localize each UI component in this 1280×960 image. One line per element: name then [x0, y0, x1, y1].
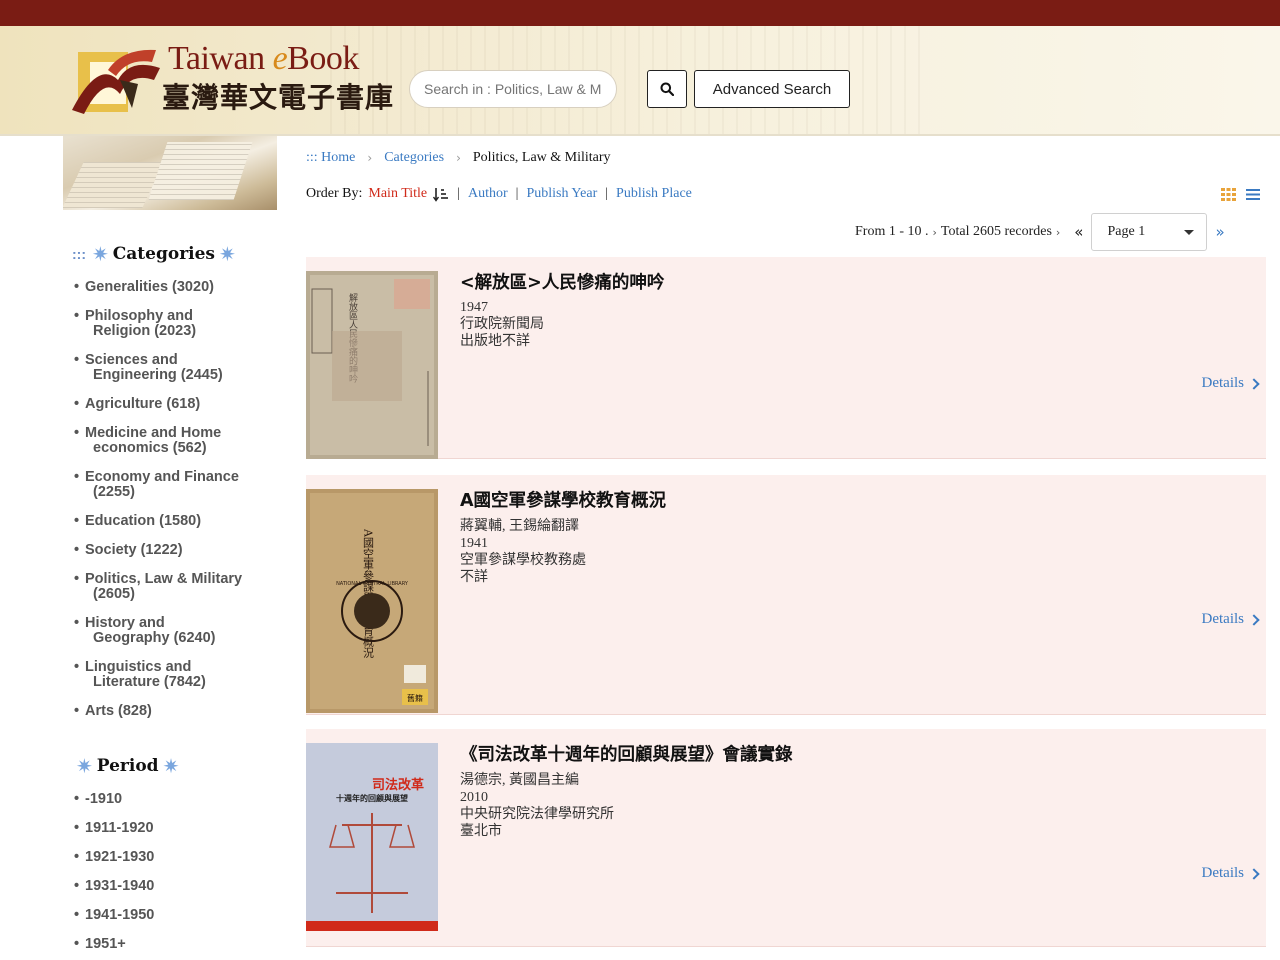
result-meta: 蔣翼輔, 王錫綸翻譯 1941 空軍參謀學校教務處 不詳	[460, 519, 586, 585]
site-logo[interactable]: Taiwan eBook 臺灣華文電子書庫	[68, 40, 393, 126]
period-heading: ✷ Period ✷	[76, 754, 180, 778]
pagination: From 1 - 10 . › Total 2605 recordes › « …	[855, 213, 1225, 251]
sort-publish-year[interactable]: Publish Year	[526, 186, 597, 202]
search-button[interactable]	[647, 70, 687, 108]
record-range: From 1 - 10 .	[855, 224, 929, 239]
result-title[interactable]: A國空軍參謀學校教育概況	[460, 487, 666, 512]
sidebar-book-photo	[63, 136, 277, 210]
sort-main-title[interactable]: Main Title	[368, 186, 427, 202]
svg-text:舊籍: 舊籍	[407, 693, 423, 703]
category-item[interactable]: Generalities (3020)	[74, 280, 259, 296]
details-link[interactable]: Details	[1202, 865, 1260, 882]
category-item[interactable]: Arts (828)	[74, 704, 259, 720]
brand-name-zh: 臺灣華文電子書庫	[162, 81, 395, 114]
result-item: A國空軍參謀學校教育概況 NATIONAL CENTRAL LIBRARY 舊籍…	[306, 475, 1266, 715]
category-list: Generalities (3020) Philosophy andReligi…	[74, 280, 259, 720]
snowflake-icon: ✷	[162, 754, 180, 778]
breadcrumb-categories[interactable]: Categories	[384, 150, 444, 166]
period-item[interactable]: 1941-1950	[74, 908, 259, 924]
period-item[interactable]: 1951+	[74, 937, 259, 953]
chevron-right-icon: ›	[367, 151, 373, 165]
book-cover[interactable]: A國空軍參謀學校教育概況 NATIONAL CENTRAL LIBRARY 舊籍	[306, 489, 438, 713]
period-list: -1910 1911-1920 1921-1930 1931-1940 1941…	[74, 792, 259, 953]
order-by-bar: Order By: Main Title | Author | Publish …	[306, 186, 692, 202]
category-item[interactable]: Education (1580)	[74, 514, 259, 530]
category-item[interactable]: Philosophy andReligion (2023)	[74, 309, 259, 339]
sort-author[interactable]: Author	[468, 186, 508, 202]
breadcrumb: ::: Home › Categories › Politics, Law & …	[306, 150, 611, 166]
list-view-icon[interactable]	[1246, 188, 1260, 201]
advanced-search-button[interactable]: Advanced Search	[694, 70, 850, 108]
order-by-label: Order By:	[306, 186, 363, 201]
category-item[interactable]: Sciences andEngineering (2445)	[74, 353, 259, 383]
svg-text:司法改革: 司法改革	[372, 777, 424, 793]
snowflake-icon: ✷	[92, 242, 109, 266]
category-item[interactable]: Linguistics andLiterature (7842)	[74, 660, 259, 690]
period-item[interactable]: 1921-1930	[74, 850, 259, 866]
details-link[interactable]: Details	[1202, 375, 1260, 392]
category-item[interactable]: Agriculture (618)	[74, 397, 259, 413]
category-item[interactable]: Society (1222)	[74, 543, 259, 559]
category-item[interactable]: History andGeography (6240)	[74, 616, 259, 646]
book-logo-icon	[72, 49, 160, 114]
result-meta: 湯德宗, 黃國昌主編 2010 中央研究院法律學研究所 臺北市	[460, 773, 614, 839]
snowflake-icon: ✷	[76, 754, 93, 778]
result-item: 司法改革 十週年的回顧與展望 《司法改革十週年的回顧與展望》會議實錄 湯德宗, …	[306, 729, 1266, 947]
breadcrumb-current: Politics, Law & Military	[472, 150, 611, 165]
book-cover[interactable]: 司法改革 十週年的回顧與展望	[306, 743, 438, 931]
category-item[interactable]: Medicine and Homeeconomics (562)	[74, 426, 259, 456]
period-item[interactable]: 1931-1940	[74, 879, 259, 895]
result-item: 解放區人民慘痛的呻吟 <解放區>人民慘痛的呻吟 1947 行政院新聞局 出版地不…	[306, 257, 1266, 459]
search-icon	[660, 82, 674, 96]
book-cover[interactable]: 解放區人民慘痛的呻吟	[306, 271, 438, 459]
top-bar	[0, 0, 1280, 26]
sort-publish-place[interactable]: Publish Place	[616, 186, 692, 202]
brand-name-en: Taiwan eBook	[168, 40, 359, 77]
svg-text:十週年的回顧與展望: 十週年的回顧與展望	[336, 793, 408, 803]
breadcrumb-home[interactable]: ::: Home	[306, 150, 355, 166]
categories-heading: ::: ✷ Categories ✷	[72, 242, 236, 266]
details-link[interactable]: Details	[1202, 611, 1260, 628]
snowflake-icon: ✷	[219, 242, 236, 266]
caret-down-icon	[1184, 229, 1195, 235]
page-select[interactable]: Page 1	[1091, 213, 1208, 251]
svg-text:NATIONAL CENTRAL LIBRARY: NATIONAL CENTRAL LIBRARY	[336, 581, 409, 587]
chevron-right-icon	[1248, 867, 1260, 880]
result-title[interactable]: <解放區>人民慘痛的呻吟	[460, 269, 664, 294]
category-item[interactable]: Economy and Finance(2255)	[74, 470, 259, 500]
chevron-right-icon	[1248, 613, 1260, 626]
last-page-icon[interactable]: »	[1215, 223, 1224, 241]
result-title[interactable]: 《司法改革十週年的回顧與展望》會議實錄	[460, 741, 793, 766]
grid-view-icon[interactable]	[1221, 188, 1236, 201]
search-input[interactable]	[409, 70, 617, 108]
period-item[interactable]: 1911-1920	[74, 821, 259, 837]
chevron-right-icon: ›	[456, 151, 461, 165]
category-item-active[interactable]: Politics, Law & Military(2605)	[74, 572, 259, 602]
record-total: Total 2605 recordes	[940, 224, 1052, 239]
sort-ascending-icon[interactable]	[433, 186, 449, 202]
first-page-icon[interactable]: «	[1074, 223, 1083, 241]
result-meta: 1947 行政院新聞局 出版地不詳	[460, 300, 544, 349]
period-item[interactable]: -1910	[74, 792, 259, 808]
chevron-right-icon	[1248, 377, 1260, 390]
